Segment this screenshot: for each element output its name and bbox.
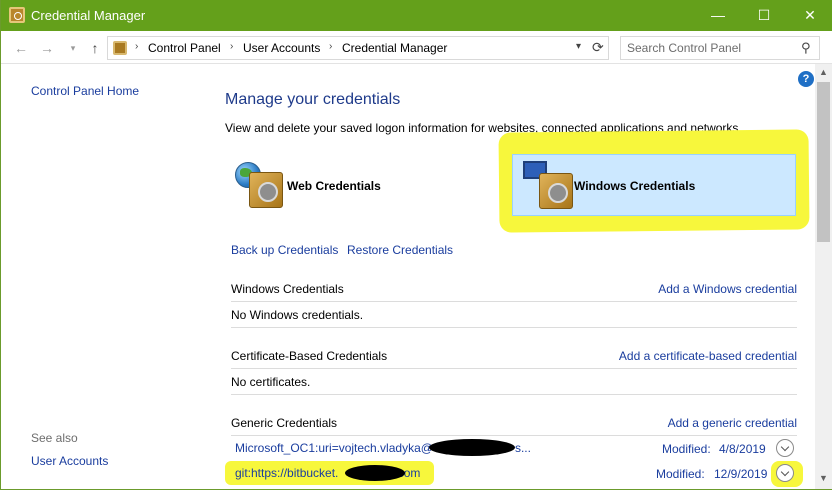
restore-credentials-link[interactable]: Restore Credentials [347, 243, 453, 257]
scroll-up-icon[interactable]: ▲ [819, 67, 828, 77]
breadcrumb-control-panel[interactable]: Control Panel [148, 41, 221, 55]
scroll-down-icon[interactable]: ▼ [819, 473, 828, 483]
table-row[interactable]: git:https://bitbucket. .com Modified: 12/… [231, 461, 797, 485]
minimize-button[interactable]: — [695, 0, 741, 31]
address-box[interactable]: › Control Panel › User Accounts › Creden… [107, 36, 609, 60]
table-row[interactable]: Microsoft_OC1:uri=vojtech.vladyka@ s... M… [231, 436, 797, 460]
control-panel-icon [113, 41, 127, 55]
credential-manager-window: Credential Manager — ☐ ✕ ← → ▾ ↑ › Contr… [0, 0, 832, 490]
modified-date: 4/8/2019 [719, 442, 766, 456]
modified-date: 12/9/2019 [714, 467, 768, 481]
credential-manager-icon [9, 7, 25, 23]
search-input[interactable] [627, 40, 792, 56]
address-dropdown-icon[interactable]: ▾ [576, 41, 581, 52]
generic-credentials-heading: Generic Credentials [231, 416, 338, 430]
sidebar-user-accounts[interactable]: User Accounts [31, 454, 108, 468]
window-title: Credential Manager [31, 8, 146, 23]
windows-credentials-heading: Windows Credentials [231, 282, 344, 296]
title-bar[interactable]: Credential Manager — ☐ ✕ [1, 0, 832, 31]
vertical-scrollbar[interactable]: ▲ ▼ [815, 64, 832, 489]
certificate-credentials-heading: Certificate-Based Credentials [231, 349, 388, 363]
no-windows-credentials-text: No Windows credentials. [231, 308, 364, 322]
add-windows-credential-link[interactable]: Add a Windows credential [658, 282, 797, 296]
section-divider [231, 327, 797, 328]
help-icon[interactable]: ? [798, 71, 814, 87]
back-arrow-icon[interactable]: ← [11, 39, 31, 57]
modified-label: Modified: [656, 467, 705, 481]
section-divider [231, 301, 797, 302]
windows-credentials-tile[interactable]: Windows Credentials [512, 154, 796, 216]
maximize-button[interactable]: ☐ [741, 0, 787, 31]
add-generic-credential-link[interactable]: Add a generic credential [668, 416, 797, 430]
section-divider [231, 394, 797, 395]
windows-credentials-section: Windows Credentials Add a Windows creden… [231, 282, 797, 330]
close-button[interactable]: ✕ [787, 0, 832, 31]
generic-credentials-section: Generic Credentials Add a generic creden… [231, 416, 797, 436]
chevron-down-icon[interactable] [776, 439, 794, 457]
chevron-right-icon[interactable]: › [135, 41, 138, 52]
page-title: Manage your credentials [225, 91, 401, 108]
up-arrow-icon[interactable]: ↑ [85, 39, 105, 57]
chevron-down-icon[interactable]: ▾ [63, 39, 83, 57]
search-box[interactable]: ⚲ [620, 36, 820, 60]
sidebar-control-panel-home[interactable]: Control Panel Home [31, 84, 139, 98]
section-divider [231, 368, 797, 369]
backup-credentials-link[interactable]: Back up Credentials [231, 243, 338, 257]
see-also-label: See also [31, 431, 78, 445]
vault-icon [539, 173, 573, 209]
chevron-right-icon[interactable]: › [230, 41, 233, 52]
web-credentials-label: Web Credentials [287, 179, 381, 193]
scroll-thumb[interactable] [817, 82, 830, 242]
certificate-credentials-section: Certificate-Based Credentials Add a cert… [231, 349, 797, 397]
windows-credentials-label: Windows Credentials [574, 179, 696, 193]
web-credentials-tile[interactable]: Web Credentials [233, 158, 493, 216]
no-certificates-text: No certificates. [231, 375, 311, 389]
forward-arrow-icon[interactable]: → [37, 39, 57, 57]
search-icon[interactable]: ⚲ [801, 40, 811, 56]
refresh-icon[interactable]: ⟳ [592, 39, 604, 56]
chevron-right-icon[interactable]: › [329, 41, 332, 52]
add-certificate-credential-link[interactable]: Add a certificate-based credential [619, 349, 797, 363]
redaction-mark [429, 439, 515, 456]
breadcrumb-user-accounts[interactable]: User Accounts [243, 41, 320, 55]
breadcrumb-credential-manager[interactable]: Credential Manager [342, 41, 447, 55]
address-bar: ← → ▾ ↑ › Control Panel › User Accounts … [1, 31, 832, 64]
chevron-down-icon[interactable] [776, 464, 794, 482]
modified-label: Modified: [662, 442, 711, 456]
redaction-mark [345, 465, 405, 481]
vault-icon [249, 172, 283, 208]
